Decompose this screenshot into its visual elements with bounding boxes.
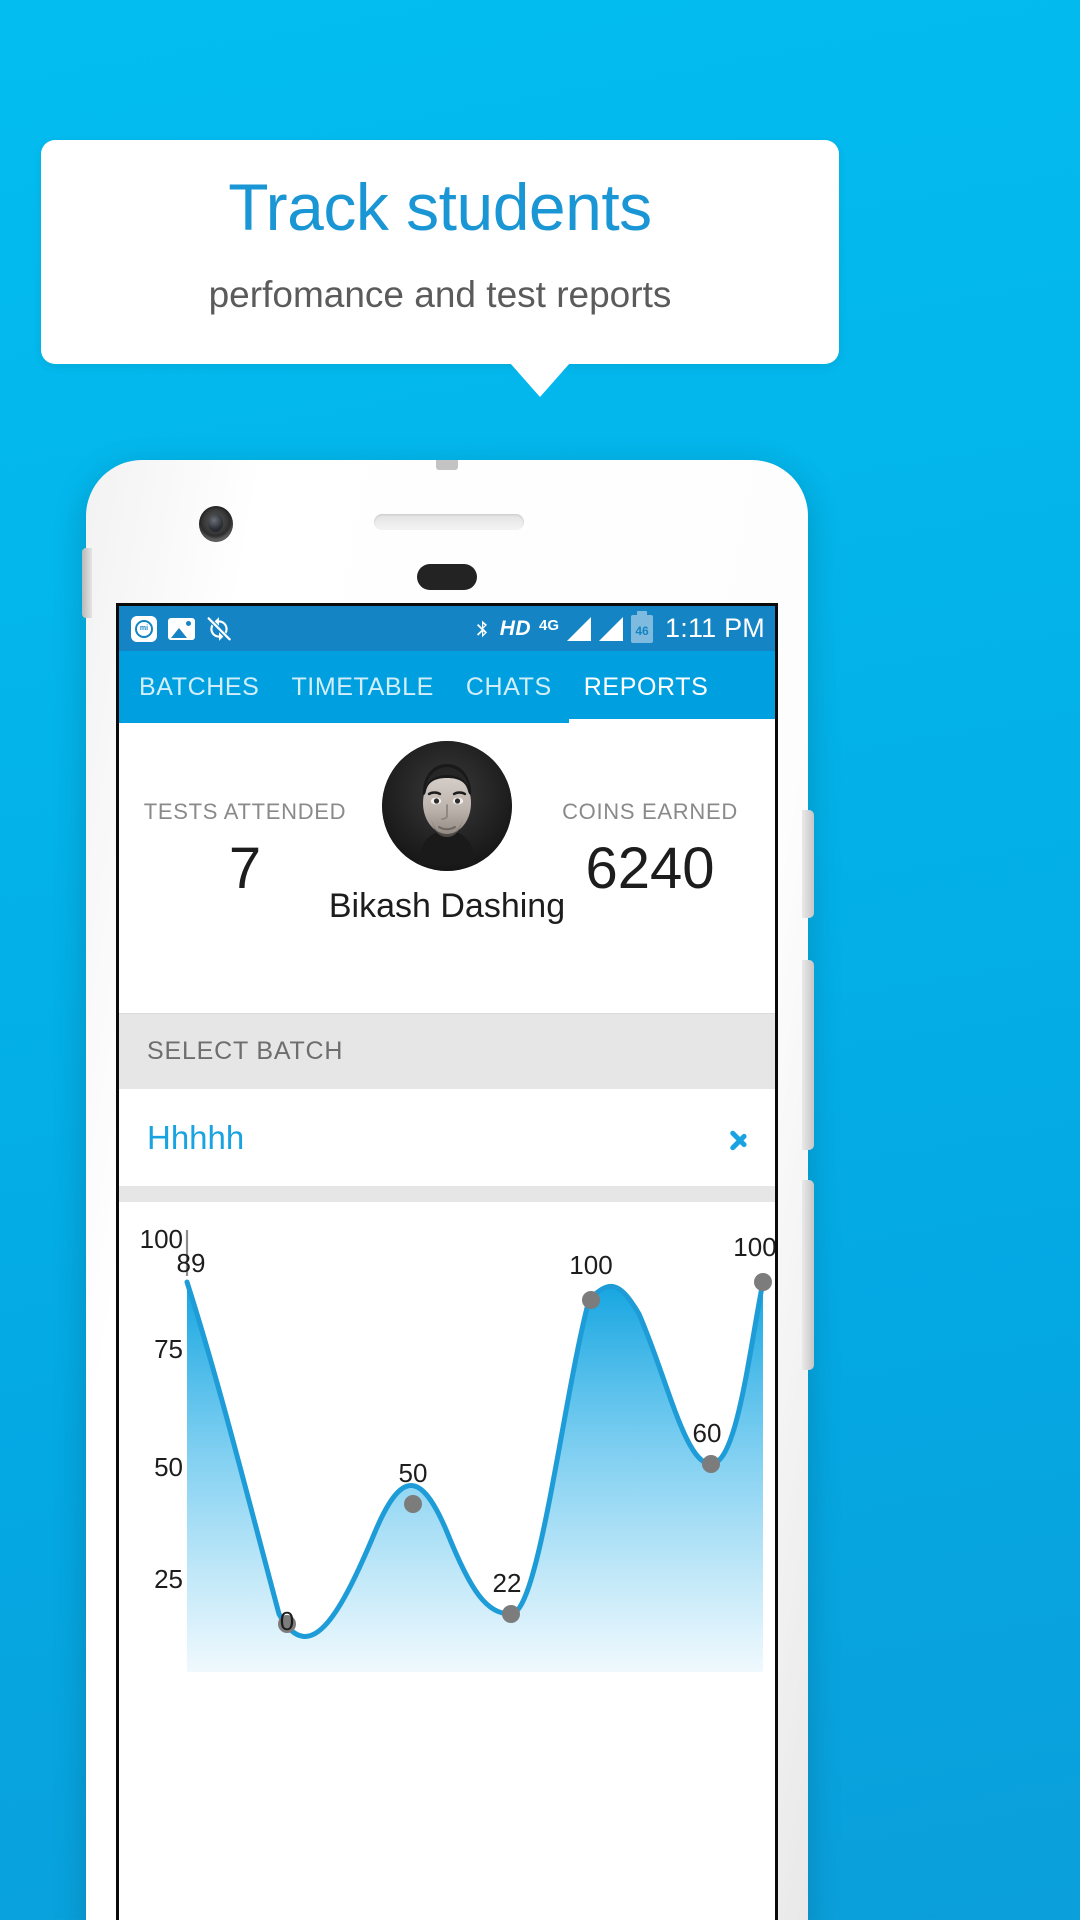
gallery-icon: [168, 617, 195, 640]
tests-attended-stat: TESTS ATTENDED 7: [137, 801, 353, 901]
battery-icon: 46: [631, 610, 654, 643]
phone-top-notch: [436, 460, 458, 470]
mi-account-icon: mi: [131, 615, 157, 642]
network-label: 4G: [539, 617, 560, 634]
y-tick-100: 100: [139, 1224, 183, 1254]
chart-label-89: 89: [176, 1248, 206, 1278]
phone-side-button-left: [82, 548, 92, 618]
y-tick-75: 75: [154, 1334, 183, 1364]
y-tick-25: 25: [154, 1564, 183, 1594]
chart-point-50: [404, 1495, 422, 1513]
chart-point-22: [502, 1605, 520, 1623]
promo-bubble: Track students perfomance and test repor…: [41, 140, 839, 364]
page-title: Track students: [228, 170, 652, 244]
tab-reports[interactable]: REPORTS: [568, 651, 725, 723]
select-batch-value: Hhhhh: [147, 1118, 245, 1156]
chart-svg: [184, 1230, 772, 1672]
phone-power-button: [802, 810, 814, 918]
performance-chart: 100 75 50 25 89 0 50 22 100 60 100: [119, 1202, 775, 1672]
chart-point-60: [702, 1455, 720, 1473]
status-bar-clock: 1:11 PM: [665, 613, 765, 643]
phone-mockup: mi HD 4G 46 1:11 PM BATCHES TIMETABLE CH…: [82, 460, 814, 1920]
battery-level: 46: [635, 623, 649, 638]
bubble-tail: [510, 363, 570, 397]
chart-point-100-a: [582, 1291, 600, 1309]
chart-label-100-b: 100: [733, 1232, 777, 1262]
y-tick-50: 50: [154, 1452, 183, 1482]
earpiece-speaker: [374, 514, 524, 530]
tab-chats[interactable]: CHATS: [450, 651, 568, 723]
chart-label-0: 0: [279, 1606, 295, 1636]
chevron-right-icon: [729, 1121, 749, 1155]
hd-label: HD: [499, 616, 532, 640]
chart-divider: [119, 1186, 775, 1202]
chart-label-50: 50: [398, 1458, 428, 1488]
phone-volume-up-button: [802, 960, 814, 1150]
chart-label-22: 22: [492, 1568, 522, 1598]
chart-label-60: 60: [692, 1418, 722, 1448]
coins-earned-stat: COINS EARNED 6240: [537, 801, 763, 901]
page-subtitle: perfomance and test reports: [208, 274, 672, 315]
tab-bar: BATCHES TIMETABLE CHATS REPORTS: [119, 651, 775, 723]
tests-attended-label: TESTS ATTENDED: [143, 799, 347, 824]
tab-batches[interactable]: BATCHES: [119, 651, 275, 723]
profile-name: Bikash Dashing: [328, 887, 566, 925]
select-batch-row[interactable]: Hhhhh: [119, 1089, 775, 1186]
sync-disabled-icon: [206, 616, 232, 642]
chart-area: [187, 1282, 763, 1672]
front-camera-icon: [199, 506, 233, 542]
signal-bars-icon-1: [567, 616, 592, 641]
phone-screen: mi HD 4G 46 1:11 PM BATCHES TIMETABLE CH…: [116, 603, 778, 1920]
home-indicator: [417, 564, 477, 590]
select-batch-header: SELECT BATCH: [119, 1013, 775, 1089]
status-bar-right-icons: HD 4G 46 1:11 PM: [472, 610, 765, 644]
bluetooth-icon: [476, 620, 487, 637]
chart-label-100-a: 100: [569, 1250, 613, 1280]
tab-timetable[interactable]: TIMETABLE: [275, 651, 449, 723]
signal-bars-icon-2: [599, 616, 624, 641]
avatar: [382, 741, 512, 871]
chart-point-100-b: [754, 1273, 772, 1291]
status-bar-left-icons: mi: [131, 615, 232, 642]
phone-volume-down-button: [802, 1180, 814, 1370]
profile-summary: TESTS ATTENDED 7 COINS EARNED 6240 Bikas…: [119, 723, 775, 1013]
status-bar: mi HD 4G 46 1:11 PM: [119, 606, 775, 651]
coins-earned-label: COINS EARNED: [562, 799, 738, 824]
